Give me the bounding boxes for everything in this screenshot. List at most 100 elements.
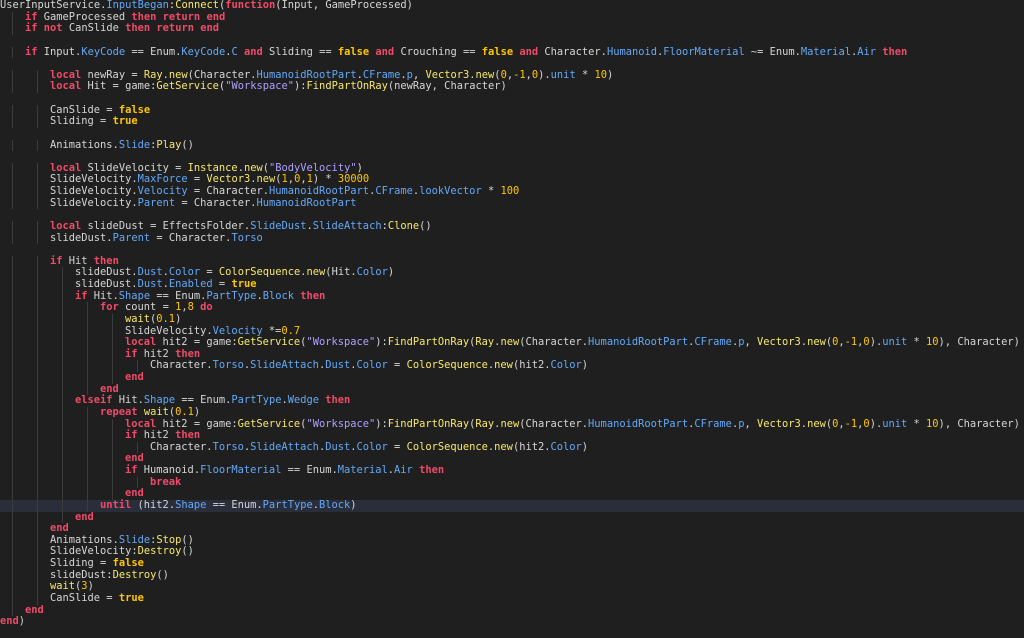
code-token: Destroy bbox=[112, 568, 157, 581]
code-token: Sliding == bbox=[262, 45, 338, 58]
indent-guide bbox=[112, 360, 113, 372]
code-token: if bbox=[125, 347, 138, 360]
code-token: Dust bbox=[325, 359, 351, 372]
code-token: Torso bbox=[212, 440, 244, 453]
code-text: if GameProcessed then return end bbox=[25, 11, 225, 23]
code-token: SlideVelocity. bbox=[50, 196, 138, 209]
code-token: not bbox=[43, 22, 63, 35]
indent-guide bbox=[112, 325, 113, 338]
code-token: ) bbox=[387, 266, 395, 279]
code-token: and bbox=[244, 45, 263, 58]
code-token: if bbox=[125, 429, 138, 442]
code-line[interactable]: until (hit2.Shape == Enum.PartType.Block… bbox=[0, 498, 1024, 512]
code-line[interactable]: SlideVelocity:Destroy() bbox=[0, 546, 1024, 558]
indent-guide bbox=[37, 69, 38, 82]
code-token: count = bbox=[118, 301, 176, 314]
code-text: if hit2 then bbox=[125, 429, 200, 441]
code-line[interactable]: end bbox=[0, 604, 1024, 617]
code-token: local bbox=[125, 336, 157, 349]
code-line[interactable]: slideDust:Destroy() bbox=[0, 568, 1024, 582]
code-line[interactable]: break bbox=[0, 476, 1024, 489]
code-line[interactable]: local Hit = game:GetService("Workspace")… bbox=[0, 81, 1024, 93]
code-token: ColorSequence bbox=[218, 266, 301, 279]
code-token: Crouching == bbox=[394, 45, 482, 58]
code-token: new bbox=[494, 359, 513, 372]
code-text: SlideVelocity.Velocity *=0.7 bbox=[125, 325, 300, 337]
indent-guide bbox=[12, 139, 13, 152]
code-line[interactable]: end bbox=[0, 511, 1024, 524]
indent-guide bbox=[112, 430, 113, 442]
code-text: SlideVelocity:Destroy() bbox=[50, 545, 194, 558]
code-token: Shape bbox=[175, 498, 207, 511]
code-line[interactable]: wait(3) bbox=[0, 580, 1024, 593]
indent-guide bbox=[62, 360, 63, 372]
code-line[interactable]: end bbox=[0, 371, 1024, 384]
code-token: () bbox=[419, 219, 432, 232]
code-token: if bbox=[25, 45, 38, 58]
code-token: ~= bbox=[744, 45, 770, 58]
code-token: end bbox=[125, 452, 144, 465]
code-token: 10 bbox=[926, 336, 939, 349]
code-token: wait bbox=[125, 312, 151, 325]
code-token: ) bbox=[1013, 336, 1020, 349]
code-line[interactable]: Sliding = true bbox=[0, 115, 1024, 128]
code-token: new bbox=[243, 161, 263, 174]
indent-guide bbox=[112, 441, 113, 454]
indent-guide bbox=[37, 511, 38, 524]
code-line[interactable]: Character.Torso.SlideAttach.Dust.Color =… bbox=[0, 360, 1024, 372]
indent-guide bbox=[37, 139, 38, 152]
indent-guide bbox=[37, 465, 38, 477]
code-token: hit2 bbox=[137, 347, 176, 360]
code-token: Block bbox=[318, 498, 351, 511]
code-line[interactable] bbox=[0, 244, 1024, 256]
code-token: MaxForce bbox=[137, 173, 188, 186]
code-token: Enabled bbox=[168, 278, 213, 290]
code-token: end bbox=[50, 522, 69, 535]
code-line[interactable]: if not CanSlide then return end bbox=[0, 22, 1024, 35]
code-token: newRay, Character bbox=[394, 80, 501, 93]
indent-guide bbox=[37, 488, 38, 500]
code-line[interactable]: end) bbox=[0, 615, 1024, 628]
code-token: () bbox=[181, 138, 194, 151]
code-token: then bbox=[882, 45, 908, 58]
code-token: then bbox=[131, 10, 157, 23]
indent-guide bbox=[12, 174, 13, 186]
code-token: FindPartOnRay bbox=[387, 417, 470, 430]
indent-guide bbox=[12, 11, 13, 24]
code-line[interactable]: CanSlide = true bbox=[0, 592, 1024, 605]
code-token: SlideVelocity: bbox=[50, 545, 138, 558]
code-token: new bbox=[168, 68, 188, 81]
code-token: "BodyVelocity" bbox=[269, 161, 357, 174]
code-text: end bbox=[125, 487, 144, 499]
code-token: Ray bbox=[475, 417, 495, 430]
code-editor[interactable]: UserInputService.InputBegan:Connect(func… bbox=[0, 0, 1024, 638]
indent-guide bbox=[62, 453, 63, 465]
indent-guide bbox=[112, 337, 113, 349]
indent-guide bbox=[37, 174, 38, 186]
code-line[interactable]: Animations.Slide:Play() bbox=[0, 138, 1024, 152]
code-token: HumanoidRootPart bbox=[256, 196, 357, 209]
code-line[interactable]: if Input.KeyCode == Enum.KeyCode.C and S… bbox=[0, 45, 1024, 59]
indent-guide bbox=[12, 558, 13, 570]
code-token: Dust bbox=[137, 266, 163, 279]
code-token: ) bbox=[87, 580, 94, 593]
code-text: end bbox=[75, 511, 94, 523]
indent-guide bbox=[37, 395, 38, 407]
code-token: new bbox=[807, 336, 826, 349]
code-text: wait(0.1) bbox=[125, 313, 181, 325]
code-text: SlideVelocity.Velocity = Character.Human… bbox=[50, 185, 519, 197]
code-token: Vector3 bbox=[206, 173, 251, 186]
code-token: Slide bbox=[118, 533, 151, 546]
code-line[interactable]: slideDust.Parent = Character.Torso bbox=[0, 232, 1024, 245]
code-line[interactable] bbox=[0, 93, 1024, 105]
code-line[interactable]: CanSlide = false bbox=[0, 104, 1024, 117]
code-line[interactable]: Character.Torso.SlideAttach.Dust.Color =… bbox=[0, 440, 1024, 454]
code-token: if bbox=[75, 289, 88, 302]
code-line[interactable]: SlideVelocity.Parent = Character.Humanoi… bbox=[0, 196, 1024, 210]
code-token: unit bbox=[882, 417, 908, 430]
code-token: local bbox=[50, 80, 82, 93]
code-token: Vector3 bbox=[757, 417, 801, 430]
code-token: Hit. bbox=[87, 289, 119, 302]
code-token: Color bbox=[550, 359, 582, 372]
code-token: lookVector bbox=[419, 185, 482, 197]
